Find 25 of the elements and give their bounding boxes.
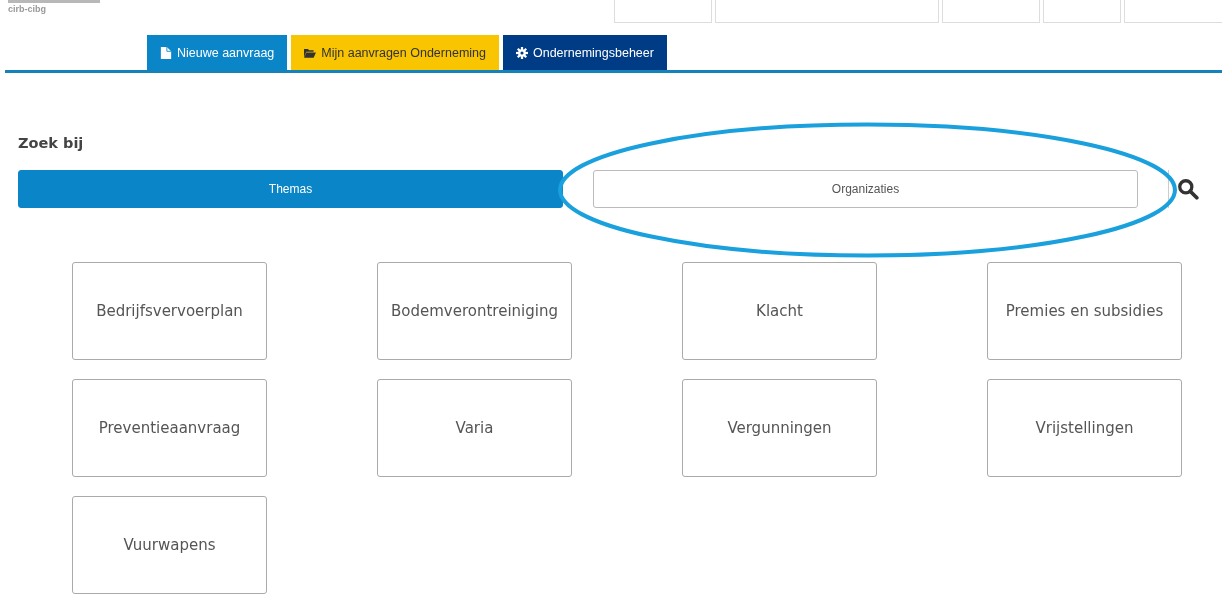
nav-tab[interactable]: Mijn aanvragen Onderneming — [291, 35, 499, 70]
nav-tab[interactable]: Ondernemingsbeheer — [503, 35, 667, 70]
file-icon — [160, 46, 172, 59]
gear-icon — [516, 46, 528, 59]
theme-tile[interactable]: Bodemverontreiniging — [377, 262, 572, 360]
nav-tab[interactable]: Nieuwe aanvraag — [147, 35, 288, 70]
header-button[interactable] — [614, 0, 712, 23]
theme-tile[interactable]: Vuurwapens — [72, 496, 267, 594]
section-title: Zoek bij — [18, 135, 85, 151]
theme-tile[interactable]: Klacht — [682, 262, 877, 360]
search-by-tab[interactable]: Themas — [18, 170, 563, 208]
folder-icon — [304, 46, 317, 59]
theme-tile[interactable]: Preventieaanvraag — [72, 379, 267, 477]
theme-tile[interactable]: Bedrijfsvervoerplan — [72, 262, 267, 360]
header-button[interactable] — [942, 0, 1040, 23]
theme-tile[interactable]: Vergunningen — [682, 379, 877, 477]
header-button[interactable] — [1124, 0, 1222, 23]
theme-tile[interactable]: Varia — [377, 379, 572, 477]
org-label: cirb-cibg — [8, 4, 47, 15]
theme-tile[interactable]: Vrijstellingen — [987, 379, 1182, 477]
search-by-tab[interactable]: Organizaties — [593, 170, 1138, 208]
theme-tile[interactable]: Premies en subsidies — [987, 262, 1182, 360]
header-button[interactable] — [1043, 0, 1121, 23]
header-button[interactable] — [715, 0, 939, 23]
search-icon[interactable] — [1177, 178, 1199, 200]
